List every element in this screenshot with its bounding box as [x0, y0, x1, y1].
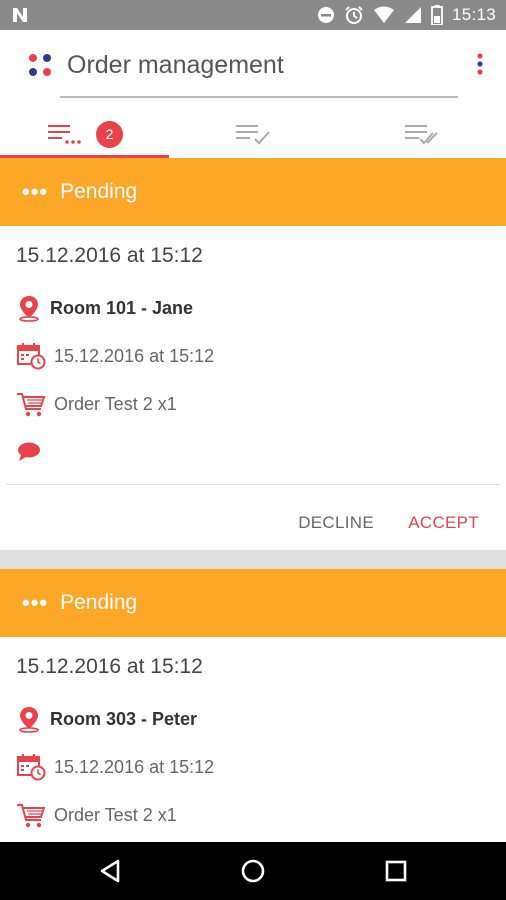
page-title: Order management	[67, 51, 284, 79]
app-bar: Order management 2	[0, 30, 506, 158]
list-double-check-icon	[404, 125, 438, 145]
accept-button[interactable]: ACCEPT	[408, 513, 479, 533]
order-status-header: ••• Pending	[0, 158, 506, 226]
location-pin-icon	[19, 296, 39, 322]
battery-icon	[431, 5, 443, 25]
order-comment-row	[0, 428, 506, 476]
shopping-cart-icon	[17, 804, 46, 828]
list-pending-icon	[48, 125, 81, 144]
order-status-header: ••• Pending	[0, 569, 506, 637]
comment-bubble-icon[interactable]	[16, 440, 42, 464]
pending-count-badge: 2	[96, 120, 123, 148]
status-time: 15:13	[451, 5, 496, 24]
order-items-row: Order Test 2 x1	[0, 791, 506, 839]
back-icon[interactable]	[96, 856, 126, 886]
system-nav-bar	[0, 842, 506, 900]
notification-n-icon	[13, 8, 27, 22]
home-icon[interactable]	[238, 856, 268, 886]
recent-apps-icon[interactable]	[381, 856, 411, 886]
location-pin-icon	[19, 707, 39, 733]
order-schedule-row: 15.12.2016 at 15:12	[0, 743, 506, 791]
order-date: 15.12.2016 at 15:12	[16, 244, 203, 267]
do-not-disturb-icon	[317, 7, 334, 23]
tab-bar: 2	[0, 110, 506, 158]
calendar-clock-icon	[17, 343, 46, 370]
status-bar: 15:13	[0, 0, 506, 30]
order-schedule-row: 15.12.2016 at 15:12	[0, 332, 506, 380]
order-location: Room 101 - Jane	[50, 297, 194, 318]
order-location-row: Room 303 - Peter	[0, 695, 506, 743]
orders-list[interactable]: ••• Pending 15.12.2016 at 15:12 Room 101…	[0, 158, 506, 842]
order-items-row: Order Test 2 x1	[0, 380, 506, 428]
order-items: Order Test 2 x1	[54, 393, 177, 414]
cell-signal-icon	[404, 7, 421, 23]
tab-completed[interactable]	[338, 110, 506, 158]
wifi-icon	[373, 6, 394, 23]
order-location: Room 303 - Peter	[50, 708, 198, 729]
order-date: 15.12.2016 at 15:12	[16, 655, 203, 678]
order-status-label: Pending	[60, 591, 138, 614]
alarm-icon	[345, 6, 363, 24]
order-status-label: Pending	[60, 180, 138, 203]
title-underline	[60, 96, 458, 98]
overflow-menu-icon[interactable]	[470, 50, 490, 80]
more-dots-icon: •••	[22, 179, 49, 204]
tab-accepted[interactable]	[169, 110, 338, 158]
tab-pending[interactable]: 2	[0, 110, 169, 158]
order-actions: DECLINE ACCEPT	[0, 485, 506, 560]
order-scheduled-time: 15.12.2016 at 15:12	[54, 756, 215, 777]
order-card: ••• Pending 15.12.2016 at 15:12 Room 101…	[0, 158, 506, 550]
more-dots-icon: •••	[22, 590, 49, 615]
order-card: ••• Pending 15.12.2016 at 15:12 Room 303…	[0, 569, 506, 842]
app-logo-icon	[29, 54, 51, 76]
order-location-row: Room 101 - Jane	[0, 284, 506, 332]
list-check-icon	[235, 125, 270, 145]
shopping-cart-icon	[17, 393, 46, 417]
order-scheduled-time: 15.12.2016 at 15:12	[54, 345, 215, 366]
decline-button[interactable]: DECLINE	[298, 513, 374, 533]
calendar-clock-icon	[17, 754, 46, 781]
order-items: Order Test 2 x1	[54, 804, 177, 825]
